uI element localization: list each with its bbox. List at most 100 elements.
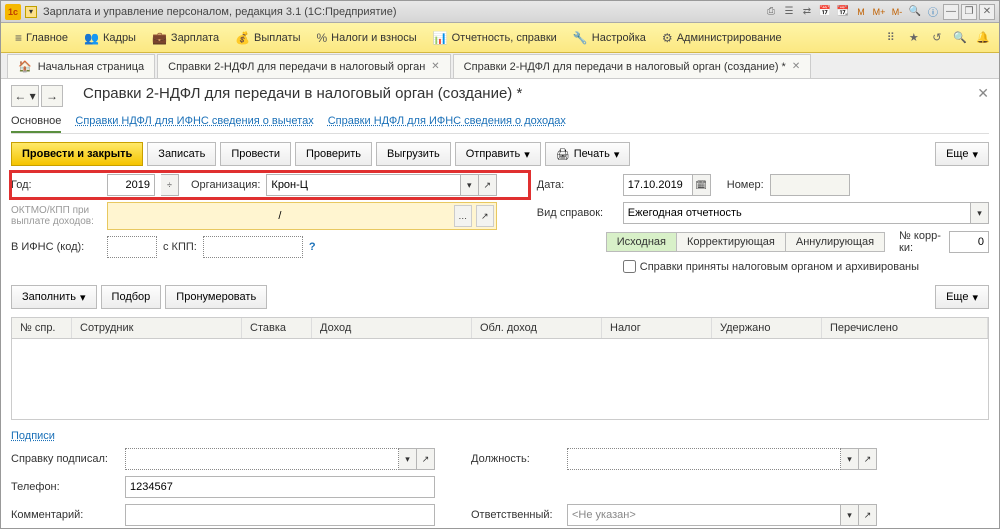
org-input[interactable] xyxy=(266,174,460,196)
seg-original[interactable]: Исходная xyxy=(607,233,677,251)
th-tax[interactable]: Налог xyxy=(602,318,712,338)
signed-open-button[interactable]: ↗ xyxy=(417,448,435,470)
archived-checkbox[interactable]: Справки приняты налоговым органом и архи… xyxy=(623,260,919,273)
table-more-button[interactable]: Еще ▾ xyxy=(935,285,989,309)
th-transferred[interactable]: Перечислено xyxy=(822,318,988,338)
phone-input[interactable] xyxy=(125,476,435,498)
info-icon[interactable]: ⓘ xyxy=(925,4,941,20)
number-input[interactable] xyxy=(770,174,850,196)
th-income[interactable]: Доход xyxy=(312,318,472,338)
signatures-link[interactable]: Подписи xyxy=(11,430,55,442)
date-label: Дата: xyxy=(537,179,617,191)
resp-dropdown-button[interactable]: ▾ xyxy=(841,504,859,526)
menu-salary[interactable]: 💼Зарплата xyxy=(144,27,227,49)
oktmo-open-button[interactable]: ↗ xyxy=(476,205,494,227)
date-input[interactable] xyxy=(623,174,693,196)
history-icon[interactable]: ↺ xyxy=(927,28,947,48)
forward-button[interactable]: → xyxy=(41,85,63,107)
th-employee[interactable]: Сотрудник xyxy=(72,318,242,338)
date-picker-button[interactable]: 🗓 xyxy=(693,174,711,196)
menu-settings[interactable]: 🔧Настройка xyxy=(565,27,654,49)
kind-dropdown-button[interactable]: ▾ xyxy=(971,202,989,224)
kind-input[interactable] xyxy=(623,202,971,224)
menu-admin[interactable]: ⚙Администрирование xyxy=(654,27,790,49)
tab-start-page[interactable]: 🏠Начальная страница xyxy=(7,54,155,78)
export-button[interactable]: Выгрузить xyxy=(376,142,451,166)
apps-icon[interactable]: ⠿ xyxy=(881,28,901,48)
position-open-button[interactable]: ↗ xyxy=(859,448,877,470)
menu-personnel[interactable]: 👥Кадры xyxy=(76,27,144,49)
th-taxable[interactable]: Обл. доход xyxy=(472,318,602,338)
oktmo-select-button[interactable]: … xyxy=(454,205,472,227)
corr-input[interactable] xyxy=(949,231,989,253)
year-input[interactable] xyxy=(107,174,155,196)
menu-main-label: Главное xyxy=(26,32,68,44)
mminus-icon[interactable]: M- xyxy=(889,4,905,20)
close-icon[interactable]: ✕ xyxy=(792,61,800,72)
page-close-button[interactable]: ✕ xyxy=(977,85,989,102)
app-icon: 1c xyxy=(5,4,21,20)
org-dropdown-button[interactable]: ▾ xyxy=(461,174,479,196)
system-toolbar: ⎙ ☰ ⇄ 📅 📆 M M+ M- 🔍 ⓘ — ❐ ✕ xyxy=(763,4,995,20)
more-button[interactable]: Еще ▾ xyxy=(935,142,989,166)
mplus-icon[interactable]: M+ xyxy=(871,4,887,20)
menu-reports[interactable]: 📊Отчетность, справки xyxy=(425,27,565,49)
search-icon[interactable]: 🔍 xyxy=(950,28,970,48)
calc-icon[interactable]: 📅 xyxy=(817,4,833,20)
link-icon[interactable]: ⇄ xyxy=(799,4,815,20)
menu-taxes[interactable]: %Налоги и взносы xyxy=(309,27,425,49)
write-button[interactable]: Записать xyxy=(147,142,216,166)
doc-icon[interactable]: ☰ xyxy=(781,4,797,20)
tab-ndfl-list[interactable]: Справки 2-НДФЛ для передачи в налоговый … xyxy=(157,54,451,78)
oktmo-input[interactable] xyxy=(110,205,450,227)
app-menu-dropdown[interactable]: ▾ xyxy=(25,6,37,18)
close-icon[interactable]: ✕ xyxy=(431,61,439,72)
m-icon[interactable]: M xyxy=(853,4,869,20)
calendar-icon[interactable]: 📆 xyxy=(835,4,851,20)
print-icon[interactable]: ⎙ xyxy=(763,4,779,20)
minimize-button[interactable]: — xyxy=(943,4,959,20)
position-input[interactable] xyxy=(567,448,841,470)
subtab-deductions[interactable]: Справки НДФЛ для ИФНС сведения о вычетах xyxy=(75,111,313,133)
ifns-input[interactable] xyxy=(107,236,157,258)
menu-main[interactable]: ≡Главное xyxy=(7,27,76,49)
close-button[interactable]: ✕ xyxy=(979,4,995,20)
th-withheld[interactable]: Удержано xyxy=(712,318,822,338)
tab-ndfl-create[interactable]: Справки 2-НДФЛ для передачи в налоговый … xyxy=(453,54,812,78)
zoom-icon[interactable]: 🔍 xyxy=(907,4,923,20)
bell-icon[interactable]: 🔔 xyxy=(973,28,993,48)
send-button[interactable]: Отправить ▾ xyxy=(455,142,541,166)
post-and-close-button[interactable]: Провести и закрыть xyxy=(11,142,143,166)
menu-right-icons: ⠿ ★ ↺ 🔍 🔔 xyxy=(881,28,993,48)
comment-input[interactable] xyxy=(125,504,435,526)
org-open-button[interactable]: ↗ xyxy=(479,174,497,196)
table-body[interactable] xyxy=(12,339,988,419)
fill-button[interactable]: Заполнить ▾ xyxy=(11,285,97,309)
subtab-income[interactable]: Справки НДФЛ для ИФНС сведения о доходах xyxy=(328,111,566,133)
number-label: Номер: xyxy=(727,179,764,191)
print-button[interactable]: 🖨 Печать ▾ xyxy=(545,142,631,166)
number-button[interactable]: Пронумеровать xyxy=(165,285,267,309)
back-button[interactable]: ← ▾ xyxy=(11,85,39,107)
cash-icon: 💰 xyxy=(235,31,250,45)
year-spinner[interactable]: ÷ xyxy=(161,174,179,196)
resp-open-button[interactable]: ↗ xyxy=(859,504,877,526)
seg-correcting[interactable]: Корректирующая xyxy=(677,233,786,251)
signed-dropdown-button[interactable]: ▾ xyxy=(399,448,417,470)
post-button[interactable]: Провести xyxy=(220,142,291,166)
th-number[interactable]: № спр. xyxy=(12,318,72,338)
kpp-input[interactable] xyxy=(203,236,303,258)
select-button[interactable]: Подбор xyxy=(101,285,162,309)
position-dropdown-button[interactable]: ▾ xyxy=(841,448,859,470)
resp-input[interactable] xyxy=(567,504,841,526)
signed-input[interactable] xyxy=(125,448,399,470)
maximize-button[interactable]: ❐ xyxy=(961,4,977,20)
star-icon[interactable]: ★ xyxy=(904,28,924,48)
seg-annul[interactable]: Аннулирующая xyxy=(786,233,884,251)
subtab-main[interactable]: Основное xyxy=(11,111,61,133)
help-icon[interactable]: ? xyxy=(309,241,316,253)
check-button[interactable]: Проверить xyxy=(295,142,372,166)
archived-checkbox-input[interactable] xyxy=(623,260,636,273)
menu-payments[interactable]: 💰Выплаты xyxy=(227,27,308,49)
th-rate[interactable]: Ставка xyxy=(242,318,312,338)
